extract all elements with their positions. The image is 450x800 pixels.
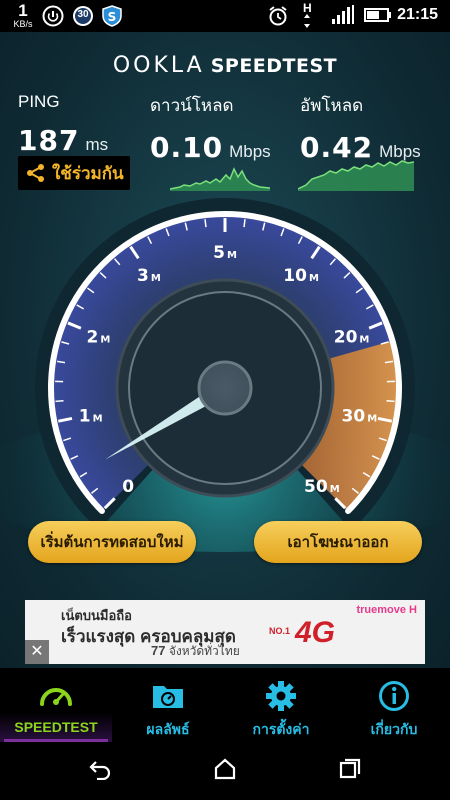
tab-speedtest-label: SPEEDTEST xyxy=(14,719,98,735)
tab-about[interactable]: เกี่ยวกับ xyxy=(338,668,450,742)
power-icon xyxy=(42,5,64,32)
network-speed-indicator: 1 KB/s xyxy=(8,2,38,29)
home-icon xyxy=(214,758,236,780)
recent-apps-button[interactable] xyxy=(338,758,362,785)
tab-results-label: ผลลัพธ์ xyxy=(146,721,190,737)
tab-about-label: เกี่ยวกับ xyxy=(370,721,418,737)
gear-icon xyxy=(225,680,337,712)
clock: 21:15 xyxy=(397,6,438,23)
info-icon xyxy=(338,680,450,712)
speedtest-screen: OOKLA SPEEDTEST PING 187 ms ดาวน์โหลด 0.10… xyxy=(0,32,450,668)
gauge-minor-tick xyxy=(204,219,207,228)
back-icon xyxy=(89,761,111,781)
notification-count: 30 xyxy=(77,9,89,20)
speedometer-icon xyxy=(0,680,112,710)
ad-no1: NO.1 xyxy=(269,626,291,636)
results-folder-icon xyxy=(112,680,224,710)
ad-4g-badge: 4G xyxy=(295,616,336,649)
ad-line-3: 77 จังหวัดทั่วไทย xyxy=(151,642,240,661)
network-speed-unit: KB/s xyxy=(13,19,33,29)
gauge-minor-tick xyxy=(386,399,395,403)
bottom-nav: SPEEDTEST ผลลัพธ์ การตั้งค่า เกี่ยวกับ xyxy=(0,668,450,742)
alarm-icon xyxy=(267,5,289,32)
gauge-scale-label: 0 xyxy=(122,477,134,497)
battery-icon xyxy=(364,8,392,27)
notification-badge-icon: 30 xyxy=(72,5,94,32)
tab-speedtest[interactable]: SPEEDTEST xyxy=(0,668,112,742)
network-speed-value: 1 xyxy=(18,1,28,20)
speed-gauge: 01 M2 M3 M5 M10 M20 M30 M50 M xyxy=(0,198,450,552)
gauge-minor-tick xyxy=(55,399,64,403)
retest-button[interactable]: เริ่มต้นการทดสอบใหม่ xyxy=(28,521,196,563)
back-button[interactable] xyxy=(88,758,112,785)
status-bar: 1 KB/s 30 S H 21:15 xyxy=(0,0,450,32)
shield-s-icon: S xyxy=(101,5,123,32)
svg-text:S: S xyxy=(108,10,117,24)
remove-ads-button[interactable]: เอาโฆษณาออก xyxy=(254,521,422,563)
network-type-label: H xyxy=(303,2,312,28)
home-button[interactable] xyxy=(213,758,237,785)
ad-province-text: จังหวัดทั่วไทย xyxy=(168,644,240,658)
network-type-text: H xyxy=(303,1,312,15)
data-arrows-icon xyxy=(304,14,310,28)
signal-icon xyxy=(331,5,355,30)
recent-apps-icon xyxy=(339,758,361,779)
tab-results[interactable]: ผลลัพธ์ xyxy=(112,668,224,742)
gauge-minor-tick xyxy=(243,219,246,228)
system-navigation-bar xyxy=(0,742,450,800)
ad-brand: truemove H xyxy=(356,604,417,616)
tab-settings-label: การตั้งค่า xyxy=(252,721,310,737)
ad-province-count: 77 xyxy=(151,643,166,658)
ad-close-button[interactable]: ✕ xyxy=(25,640,49,664)
ad-banner[interactable]: เน็ตบนมือถือ เร็วแรงสุด ครอบคลุมสุด 77 จ… xyxy=(25,600,425,664)
tab-settings[interactable]: การตั้งค่า xyxy=(225,668,337,742)
gauge-hub xyxy=(197,360,253,416)
